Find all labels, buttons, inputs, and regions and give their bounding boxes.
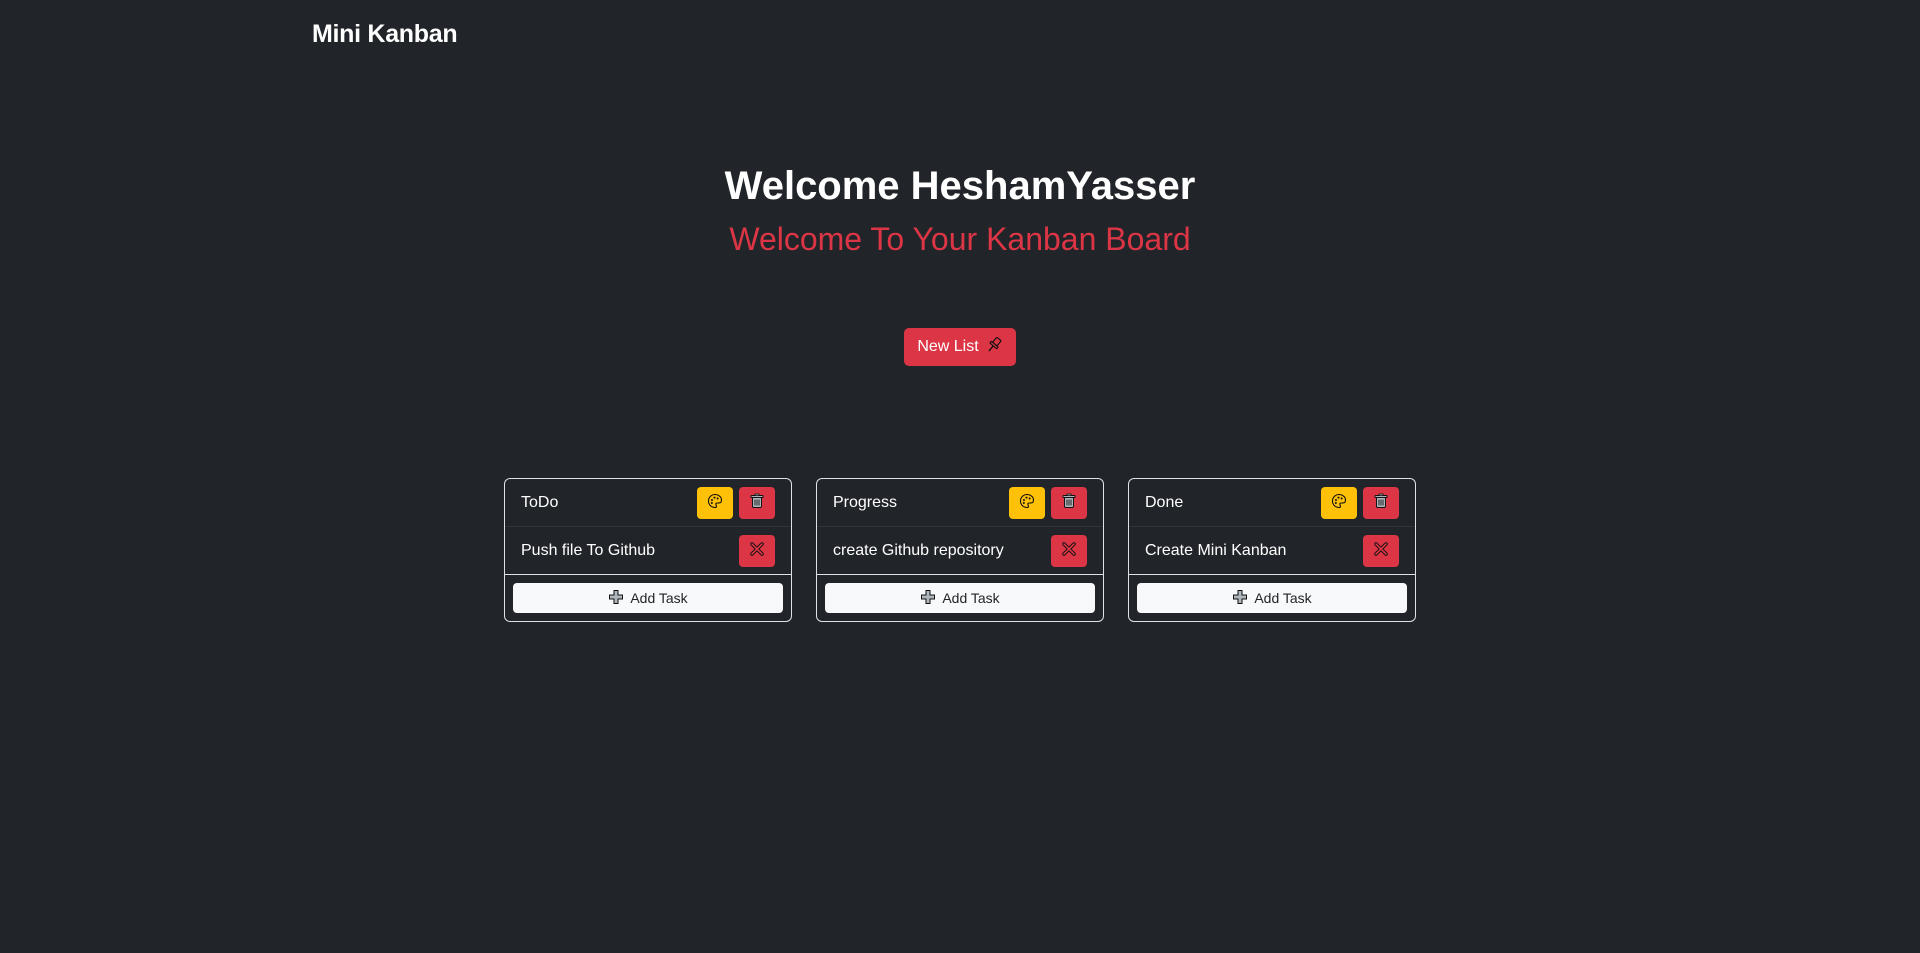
trash-icon — [749, 493, 765, 512]
new-list-label: New List — [917, 338, 979, 355]
list-actions — [1009, 486, 1087, 519]
palette-icon — [707, 493, 723, 512]
palette-button[interactable] — [1321, 486, 1357, 519]
new-list-container: New List — [0, 328, 1920, 366]
trash-icon — [1061, 493, 1077, 512]
add-task-label: Add Task — [630, 590, 688, 606]
delete-task-button[interactable] — [1363, 534, 1399, 567]
list-footer: Add Task — [505, 575, 791, 621]
delete-task-button[interactable] — [1051, 534, 1087, 567]
task-text: Push file To Github — [521, 541, 656, 559]
list-header: Done — [1129, 479, 1415, 527]
delete-list-button[interactable] — [739, 486, 775, 519]
trash-icon — [1373, 493, 1389, 512]
plus-icon — [1232, 589, 1248, 608]
add-task-button[interactable]: Add Task — [825, 583, 1095, 613]
delete-list-button[interactable] — [1363, 486, 1399, 519]
list-header: Progress — [817, 479, 1103, 527]
add-task-label: Add Task — [942, 590, 1000, 606]
task-item: Push file To Github — [505, 527, 791, 575]
plus-icon — [920, 589, 936, 608]
palette-button[interactable] — [1009, 486, 1045, 519]
list-title: Done — [1145, 493, 1184, 511]
welcome-subtitle: Welcome To Your Kanban Board — [729, 221, 1191, 257]
delete-list-button[interactable] — [1051, 486, 1087, 519]
pushpin-icon — [985, 336, 1003, 359]
list-footer: Add Task — [1129, 575, 1415, 621]
plus-icon — [608, 589, 624, 608]
navbar: Mini Kanban — [312, 14, 458, 54]
add-task-button[interactable]: Add Task — [513, 583, 783, 613]
palette-icon — [1019, 493, 1035, 512]
list-title: Progress — [833, 493, 898, 511]
task-text: Create Mini Kanban — [1145, 541, 1287, 559]
close-icon — [749, 541, 765, 560]
task-text: create Github repository — [833, 541, 1004, 559]
list-actions — [697, 486, 775, 519]
close-icon — [1373, 541, 1389, 560]
list-footer: Add Task — [817, 575, 1103, 621]
list-actions — [1321, 486, 1399, 519]
list-title: ToDo — [521, 493, 559, 511]
brand-link[interactable]: Mini Kanban — [312, 20, 458, 49]
list-card-done: Done Create Mini Kanban Add Task — [1128, 478, 1416, 622]
kanban-board: ToDo Push file To Github Add Task Progre… — [504, 478, 1416, 622]
list-card-progress: Progress create Github repository Add Ta… — [816, 478, 1104, 622]
welcome-title: Welcome HeshamYasser — [724, 164, 1196, 208]
palette-button[interactable] — [697, 486, 733, 519]
task-item: Create Mini Kanban — [1129, 527, 1415, 575]
delete-task-button[interactable] — [739, 534, 775, 567]
add-task-label: Add Task — [1254, 590, 1312, 606]
close-icon — [1061, 541, 1077, 560]
list-header: ToDo — [505, 479, 791, 527]
add-task-button[interactable]: Add Task — [1137, 583, 1407, 613]
palette-icon — [1331, 493, 1347, 512]
task-item: create Github repository — [817, 527, 1103, 575]
hero: Welcome HeshamYasser Welcome To Your Kan… — [0, 158, 1920, 264]
list-card-todo: ToDo Push file To Github Add Task — [504, 478, 792, 622]
new-list-button[interactable]: New List — [904, 328, 1016, 366]
